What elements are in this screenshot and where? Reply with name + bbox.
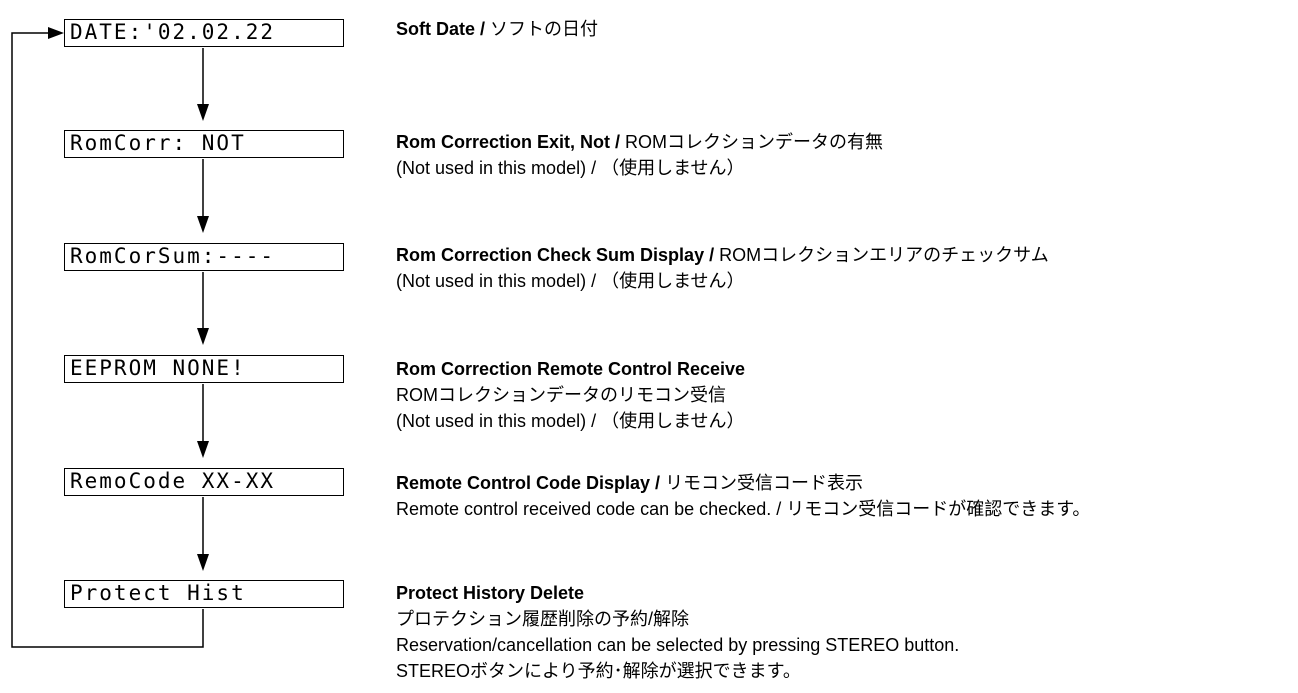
lcd-display-rom-cor-sum: RomCorSum:---- <box>64 243 344 271</box>
step-title-jp: リモコン受信コード表示 <box>665 473 864 493</box>
step-note: (Not used in this model) / （使用しません） <box>396 271 745 291</box>
lcd-display-remo-code: RemoCode XX-XX <box>64 468 344 496</box>
step-title: Rom Correction Check Sum Display / <box>396 245 715 265</box>
description-rom-correction-exit: Rom Correction Exit, Not / ROMコレクションデータの… <box>396 129 883 181</box>
step-title-jp: ROMコレクションデータの有無 <box>625 132 884 152</box>
lcd-display-eeprom: EEPROM NONE! <box>64 355 344 383</box>
step-title-jp: ROMコレクションエリアのチェックサム <box>719 245 1049 265</box>
connector-arrow-1-2 <box>197 48 209 121</box>
description-remote-code: Remote Control Code Display / リモコン受信コード表… <box>396 470 1090 522</box>
connector-arrow-2-3 <box>197 159 209 233</box>
description-protect-history: Protect History Delete プロテクション履歴削除の予約/解除… <box>396 580 959 684</box>
description-rom-remote-receive: Rom Correction Remote Control Receive RO… <box>396 356 745 434</box>
connector-arrow-5-6 <box>197 497 209 571</box>
lcd-display-protect-hist: Protect Hist <box>64 580 344 608</box>
description-soft-date: Soft Date / ソフトの日付 <box>396 16 598 42</box>
step-note: STEREOボタンにより予約･解除が選択できます。 <box>396 661 801 681</box>
lcd-display-soft-date: DATE:'02.02.22 <box>64 19 344 47</box>
step-note: ROMコレクションデータのリモコン受信 <box>396 385 726 405</box>
step-note: Remote control received code can be chec… <box>396 499 1091 519</box>
step-title: Rom Correction Remote Control Receive <box>396 359 746 379</box>
step-note: プロテクション履歴削除の予約/解除 <box>396 609 689 629</box>
step-title: Protect History Delete <box>396 583 585 603</box>
step-title-jp: ソフトの日付 <box>490 19 599 39</box>
step-title: Rom Correction Exit, Not / <box>396 132 621 152</box>
lcd-display-rom-corr: RomCorr: NOT <box>64 130 344 158</box>
description-rom-check-sum: Rom Correction Check Sum Display / ROMコレ… <box>396 242 1049 294</box>
step-title: Remote Control Code Display / <box>396 473 661 493</box>
step-note: (Not used in this model) / （使用しません） <box>396 411 745 431</box>
step-note: (Not used in this model) / （使用しません） <box>396 158 745 178</box>
loop-back-arrow <box>11 27 204 648</box>
step-title: Soft Date / <box>396 19 486 39</box>
connector-arrow-4-5 <box>197 384 209 458</box>
step-note: Reservation/cancellation can be selected… <box>396 635 960 655</box>
connector-arrow-3-4 <box>197 272 209 345</box>
